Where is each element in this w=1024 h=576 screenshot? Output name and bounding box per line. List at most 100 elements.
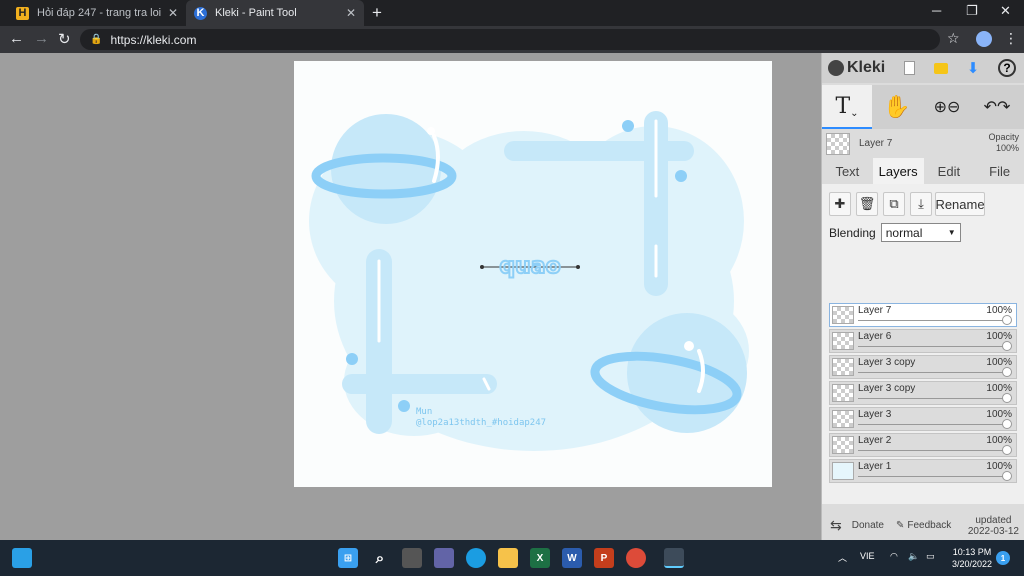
- clock[interactable]: 10:13 PM 3/20/2022: [952, 546, 992, 570]
- chrome-active-icon[interactable]: [664, 548, 684, 568]
- browser-tab-strip: H Hỏi đáp 247 - trang tra loi ✕ K Kleki …: [0, 0, 1024, 26]
- powerpoint-icon[interactable]: P: [594, 548, 614, 568]
- reload-icon[interactable]: ↻: [58, 30, 71, 48]
- layer-item[interactable]: Layer 3 copy 100%: [829, 355, 1017, 379]
- watermark-line1: Mun: [416, 407, 433, 417]
- opacity-slider-track[interactable]: [858, 346, 1006, 347]
- chrome-icon[interactable]: [626, 548, 646, 568]
- tab-file[interactable]: File: [974, 158, 1024, 184]
- tab-layers[interactable]: Layers: [872, 158, 924, 184]
- opacity-slider-track[interactable]: [858, 476, 1006, 477]
- tab-title: Hỏi đáp 247 - trang tra loi: [37, 7, 162, 19]
- panel-header: Kleki ⬇ ?: [822, 53, 1024, 83]
- kleki-side-panel: Kleki ⬇ ? T ⌄ ✋ ⊕⊖ ↶↷ Layer 7 Opacity 100…: [821, 53, 1024, 540]
- open-folder-icon[interactable]: [932, 59, 950, 77]
- opacity-slider-track[interactable]: [858, 424, 1006, 425]
- drawing-canvas[interactable]: quao Mun @lop2a13thdth_#hoidap247: [294, 61, 772, 487]
- word-icon[interactable]: W: [562, 548, 582, 568]
- app-name: Kleki: [847, 59, 886, 76]
- page-viewport: quao Mun @lop2a13thdth_#hoidap247 Kleki …: [0, 53, 1024, 540]
- language-indicator[interactable]: VIE: [860, 551, 875, 561]
- edge-icon[interactable]: [466, 548, 486, 568]
- donate-link[interactable]: Donate: [852, 520, 884, 531]
- zoom-icon[interactable]: ⊕⊖: [927, 85, 967, 129]
- opacity-slider-knob[interactable]: [1002, 315, 1012, 325]
- file-explorer-icon[interactable]: [498, 548, 518, 568]
- new-tab-button[interactable]: +: [372, 3, 382, 23]
- url-text: https://kleki.com: [110, 32, 197, 47]
- tab-hoidap[interactable]: H Hỏi đáp 247 - trang tra loi ✕: [8, 0, 186, 26]
- clock-time: 10:13 PM: [952, 547, 992, 557]
- close-tab-icon[interactable]: ✕: [168, 6, 178, 20]
- swap-side-icon[interactable]: ⇆: [830, 517, 842, 534]
- text-tool-button[interactable]: T ⌄: [822, 85, 872, 129]
- delete-layer-button[interactable]: 🗑: [856, 192, 878, 216]
- opacity-slider-track[interactable]: [858, 320, 1006, 321]
- layer-item[interactable]: Layer 1 100%: [829, 459, 1017, 483]
- hand-tool-icon[interactable]: ✋: [877, 85, 917, 129]
- blending-value: normal: [885, 225, 923, 240]
- rename-button[interactable]: Rename: [935, 192, 985, 216]
- opacity-slider-knob[interactable]: [1002, 445, 1012, 455]
- layer-item[interactable]: Layer 2 100%: [829, 433, 1017, 457]
- layer-item[interactable]: Layer 7 100%: [829, 303, 1017, 327]
- opacity-slider-knob[interactable]: [1002, 471, 1012, 481]
- help-icon[interactable]: ?: [998, 59, 1016, 77]
- tool-row: T ⌄ ✋ ⊕⊖ ↶↷: [822, 85, 1024, 129]
- start-icon[interactable]: ⊞: [338, 548, 358, 568]
- profile-avatar[interactable]: [976, 31, 992, 47]
- hoidap-favicon-icon: H: [16, 6, 29, 20]
- layer-thumbnail: [832, 384, 854, 402]
- new-image-icon[interactable]: [900, 59, 918, 77]
- menu-dots-icon[interactable]: ⋮: [1004, 30, 1018, 47]
- opacity-slider-knob[interactable]: [1002, 419, 1012, 429]
- wifi-icon[interactable]: ◠: [890, 551, 898, 562]
- notification-badge[interactable]: 1: [996, 551, 1010, 565]
- layer-item[interactable]: Layer 6 100%: [829, 329, 1017, 353]
- layer-item[interactable]: Layer 3 100%: [829, 407, 1017, 431]
- close-tab-icon[interactable]: ✕: [346, 6, 356, 20]
- layer-item[interactable]: Layer 3 copy 100%: [829, 381, 1017, 405]
- layer-thumbnail: [832, 332, 854, 350]
- opacity-slider-knob[interactable]: [1002, 393, 1012, 403]
- back-arrow-icon[interactable]: ←: [9, 30, 24, 47]
- opacity-slider-knob[interactable]: [1002, 367, 1012, 377]
- duplicate-layer-button[interactable]: ⧉: [883, 192, 905, 216]
- layer-name: Layer 6: [858, 331, 892, 342]
- opacity-slider-track[interactable]: [858, 450, 1006, 451]
- search-icon[interactable]: ⌕: [370, 548, 390, 568]
- current-layer-info: Layer 7 Opacity 100%: [822, 131, 1024, 161]
- url-field[interactable]: 🔒 https://kleki.com: [80, 29, 940, 50]
- volume-icon[interactable]: 🔈: [908, 551, 919, 562]
- restore-icon[interactable]: ❐: [966, 3, 978, 19]
- battery-icon[interactable]: ▭: [926, 551, 935, 562]
- blending-select[interactable]: normal ▼: [880, 223, 961, 242]
- excel-icon[interactable]: X: [530, 548, 550, 568]
- layer-thumbnail: [832, 358, 854, 376]
- opacity-slider-knob[interactable]: [1002, 341, 1012, 351]
- teams-chat-icon[interactable]: [434, 548, 454, 568]
- task-view-icon[interactable]: [402, 548, 422, 568]
- widgets-icon[interactable]: [12, 548, 32, 568]
- merge-down-button[interactable]: ⤓: [910, 192, 932, 216]
- opacity-slider-track[interactable]: [858, 398, 1006, 399]
- feedback-link[interactable]: Feedback: [907, 520, 951, 531]
- opacity-slider-track[interactable]: [858, 372, 1006, 373]
- tab-text[interactable]: Text: [822, 158, 873, 184]
- feedback-icon: ✎: [895, 520, 905, 531]
- bookmark-star-icon[interactable]: ☆: [947, 30, 960, 47]
- current-layer-thumbnail: [826, 133, 850, 155]
- tab-kleki[interactable]: K Kleki - Paint Tool ✕: [186, 0, 364, 26]
- forward-arrow-icon[interactable]: →: [34, 30, 49, 47]
- download-icon[interactable]: ⬇: [964, 59, 982, 77]
- address-bar-row: ← → ↻ 🔒 https://kleki.com ☆ ⋮: [0, 26, 1024, 53]
- add-layer-button[interactable]: ✚: [829, 192, 851, 216]
- kleki-favicon-icon: K: [194, 6, 207, 20]
- close-window-icon[interactable]: ✕: [1000, 3, 1011, 19]
- minimize-icon[interactable]: ─: [932, 3, 941, 18]
- undo-redo-icon[interactable]: ↶↷: [977, 85, 1017, 129]
- kleki-logo[interactable]: Kleki: [828, 59, 885, 77]
- updated-label: updated: [975, 514, 1012, 526]
- tray-chevron-icon[interactable]: ︿: [838, 551, 847, 564]
- tab-edit[interactable]: Edit: [924, 158, 975, 184]
